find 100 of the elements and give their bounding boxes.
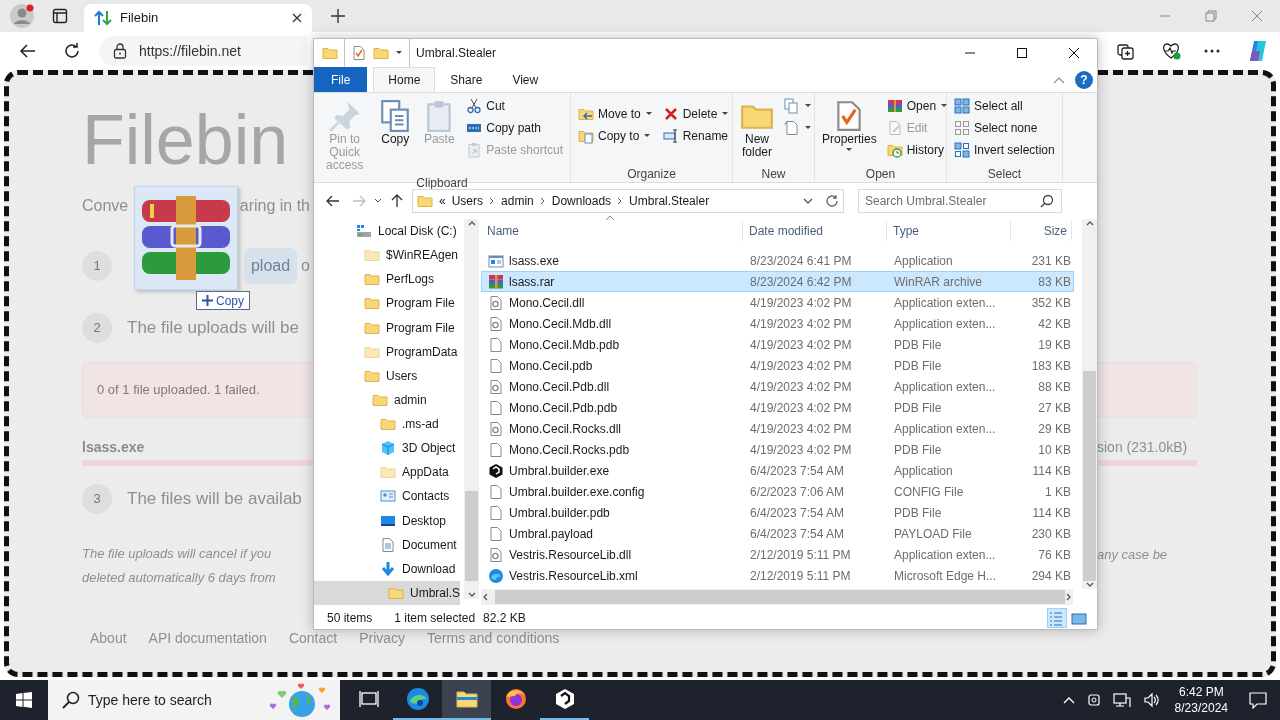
more-options-icon[interactable] bbox=[1204, 49, 1220, 53]
ribbon-command[interactable]: Select all bbox=[951, 95, 1058, 117]
help-button[interactable]: ? bbox=[1075, 70, 1093, 89]
search-field[interactable]: Search Umbral.Stealer bbox=[858, 188, 1062, 213]
nav-tree-item[interactable]: Umbral.S bbox=[314, 580, 460, 605]
edge-logo-icon[interactable] bbox=[405, 687, 430, 711]
breadcrumb[interactable]: Downloads bbox=[551, 191, 612, 210]
nav-tree-item[interactable]: ProgramData bbox=[314, 339, 458, 364]
properties-icon[interactable] bbox=[351, 45, 367, 61]
taskbar-app-button[interactable] bbox=[442, 680, 491, 720]
plus-icon[interactable] bbox=[330, 8, 346, 24]
ribbon-command[interactable]: Copy bbox=[375, 95, 416, 150]
refresh-icon[interactable] bbox=[825, 193, 839, 208]
breadcrumb[interactable]: Users bbox=[451, 191, 484, 210]
ribbon-tab[interactable]: File bbox=[314, 67, 368, 92]
nav-tree-item[interactable]: Program File bbox=[314, 315, 455, 340]
network-icon[interactable] bbox=[1112, 692, 1131, 708]
nav-tree-item[interactable]: admin bbox=[314, 387, 427, 412]
column-header[interactable]: Date modified bbox=[743, 221, 887, 241]
device-icon[interactable] bbox=[1086, 692, 1101, 708]
dropdown-icon[interactable] bbox=[803, 196, 813, 205]
nav-tree-item[interactable]: 3D Object bbox=[314, 436, 456, 461]
address-field[interactable]: https://filebin.net bbox=[99, 36, 307, 66]
ribbon-command[interactable]: New folder bbox=[737, 95, 777, 163]
scrollbar[interactable] bbox=[481, 589, 1073, 605]
file-row[interactable]: Umbral.builder.pdb 6/4/2023 7:54 AM PDB File 114 KB bbox=[481, 502, 1074, 523]
breadcrumb[interactable]: Umbral.Stealer bbox=[629, 191, 710, 210]
file-row[interactable]: Mono.Cecil.Mdb.dll 4/19/2023 4:02 PM Application exten... 42 KB bbox=[481, 313, 1074, 334]
chevron-up-icon[interactable] bbox=[1062, 696, 1075, 704]
column-header[interactable]: Size bbox=[1011, 221, 1072, 241]
nav-tree-item[interactable]: $WinREAgen bbox=[314, 243, 459, 268]
file-row[interactable]: Mono.Cecil.dll 4/19/2023 4:02 PM Application exten... 352 KB bbox=[481, 292, 1074, 313]
file-row[interactable]: Vestris.ResourceLib.xml 2/12/2019 5:11 PM Microsoft Edge H... 294 KB bbox=[481, 565, 1074, 586]
file-row[interactable]: lsass.exe 8/23/2024 6:41 PM Application 231 KB bbox=[481, 250, 1074, 271]
breadcrumb[interactable]: admin bbox=[501, 191, 534, 210]
reload-icon[interactable] bbox=[63, 42, 81, 60]
nav-tree-item[interactable]: Users bbox=[314, 363, 418, 388]
file-row[interactable]: Umbral.payload 6/4/2023 7:54 AM PAYLOAD File 230 KB bbox=[481, 523, 1074, 544]
ribbon-command[interactable]: Copy path bbox=[463, 117, 566, 139]
taskbar-search-field[interactable]: Type here to search bbox=[48, 680, 340, 720]
browser-tab[interactable]: Filebin bbox=[84, 4, 312, 32]
profile-avatar-icon[interactable] bbox=[9, 3, 35, 29]
file-row[interactable]: Umbral.builder.exe.config 6/2/2023 7:06 AM CONFIG File 1 KB bbox=[481, 481, 1074, 502]
ribbon-command[interactable]: Select none bbox=[951, 117, 1058, 139]
scrollbar[interactable] bbox=[1082, 219, 1097, 589]
speaker-icon[interactable] bbox=[1142, 692, 1161, 708]
health-icon[interactable] bbox=[1160, 41, 1182, 61]
file-row[interactable]: lsass.rar 8/23/2024 6:42 PM WinRAR archive 83 KB bbox=[481, 271, 1074, 292]
blank-document-icon bbox=[488, 399, 504, 416]
nav-tree-item[interactable]: Program File bbox=[314, 291, 455, 316]
nav-tree-item[interactable]: Desktop bbox=[314, 508, 447, 533]
file-row[interactable]: Mono.Cecil.Mdb.pdb 4/19/2023 4:02 PM PDB File 19 KB bbox=[481, 334, 1074, 355]
ribbon-command[interactable]: Move to bbox=[575, 103, 656, 125]
nav-tree-item[interactable]: Download bbox=[314, 556, 456, 581]
scroll-thumb[interactable] bbox=[465, 491, 478, 581]
scroll-thumb[interactable] bbox=[1083, 371, 1096, 581]
ribbon-command[interactable]: Invert selection bbox=[951, 139, 1058, 161]
type-cell-text: PDB File bbox=[893, 336, 943, 354]
ribbon-command[interactable]: Properties bbox=[819, 95, 880, 158]
maximize-icon[interactable] bbox=[1016, 47, 1028, 59]
nav-tree-item[interactable]: PerfLogs bbox=[314, 267, 435, 292]
nav-tree-item[interactable]: Local Disk (C:) bbox=[314, 219, 457, 243]
fox-globe-icon[interactable] bbox=[503, 687, 528, 711]
column-header[interactable]: Name bbox=[481, 221, 743, 241]
gear-document-icon bbox=[488, 378, 504, 395]
folder-icon bbox=[364, 247, 380, 264]
collections-icon[interactable] bbox=[1116, 41, 1136, 61]
file-row[interactable]: Mono.Cecil.pdb 4/19/2023 4:02 PM PDB File 183 KB bbox=[481, 355, 1074, 376]
caret-icon[interactable] bbox=[395, 49, 403, 57]
overflow-chevron[interactable]: « bbox=[439, 191, 446, 210]
scroll-thumb[interactable] bbox=[495, 590, 1065, 604]
clock-time[interactable]: 6:42 PM bbox=[1178, 684, 1224, 700]
column-header[interactable]: Type bbox=[887, 221, 1011, 241]
file-row[interactable]: Umbral.builder.exe 6/4/2023 7:54 AM Application 114 KB bbox=[481, 460, 1074, 481]
ribbon-command[interactable]: Copy to bbox=[575, 125, 656, 147]
ribbon-command[interactable]: History bbox=[883, 139, 952, 161]
nav-tree-item[interactable]: .ms-ad bbox=[314, 412, 439, 436]
ribbon-tab[interactable]: View bbox=[497, 67, 554, 92]
clock-date[interactable]: 8/23/2024 bbox=[1174, 700, 1228, 716]
close-icon[interactable] bbox=[1068, 47, 1080, 59]
file-row[interactable]: Mono.Cecil.Pdb.pdb 4/19/2023 4:02 PM PDB File 27 KB bbox=[481, 397, 1074, 418]
nav-tree-item[interactable]: AppData bbox=[314, 460, 449, 485]
collapse-ribbon-icon[interactable] bbox=[1053, 75, 1065, 84]
ribbon-command[interactable]: Delete bbox=[659, 103, 733, 125]
back-arrow-icon[interactable] bbox=[19, 42, 37, 60]
caret-icon[interactable] bbox=[374, 196, 382, 205]
nav-tree-item[interactable]: Document bbox=[314, 532, 457, 557]
tab-actions-icon[interactable] bbox=[52, 8, 68, 24]
scrollbar[interactable] bbox=[464, 219, 479, 599]
date-cell-text: 4/19/2023 4:02 PM bbox=[749, 336, 853, 354]
file-row[interactable]: Mono.Cecil.Rocks.dll 4/19/2023 4:02 PM Application exten... 29 KB bbox=[481, 418, 1074, 439]
nav-tree-item[interactable]: Contacts bbox=[314, 484, 450, 509]
file-row[interactable]: Vestris.ResourceLib.dll 2/12/2019 5:11 PM Application exten... 76 KB bbox=[481, 544, 1074, 565]
ribbon-tab[interactable]: Home bbox=[373, 67, 436, 92]
ribbon-command[interactable]: Rename bbox=[659, 125, 733, 147]
ribbon-tab[interactable]: Share bbox=[435, 67, 498, 92]
ribbon-command[interactable]: Open bbox=[883, 95, 952, 117]
ribbon-command[interactable]: Cut bbox=[463, 95, 566, 117]
file-row[interactable]: Mono.Cecil.Pdb.dll 4/19/2023 4:02 PM Application exten... 88 KB bbox=[481, 376, 1074, 397]
file-row[interactable]: Mono.Cecil.Rocks.pdb 4/19/2023 4:02 PM PDB File 10 KB bbox=[481, 439, 1074, 460]
